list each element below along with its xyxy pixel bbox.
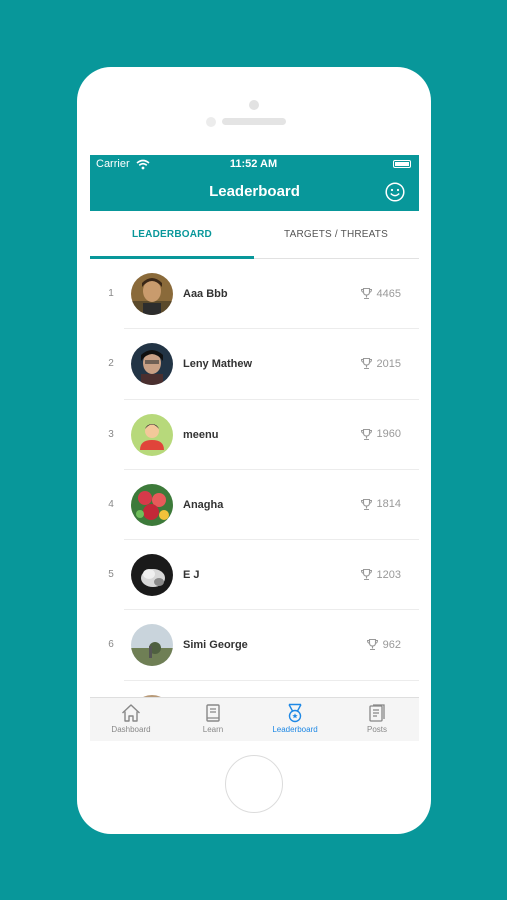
player-name: Anagha xyxy=(183,498,224,511)
status-bar: Carrier 11:52 AM xyxy=(96,158,411,172)
avatar xyxy=(131,273,173,315)
camera xyxy=(249,100,259,110)
proximity-sensor xyxy=(206,117,216,127)
trophy-icon xyxy=(360,287,372,300)
tabbar-posts[interactable]: Posts xyxy=(336,702,418,734)
tabbar-label: Dashboard xyxy=(111,725,151,734)
leaderboard-list: 1 Aaa Bbb 4465 2 Leny Mathew 2015 3 meen… xyxy=(90,259,419,741)
app-screen: Carrier 11:52 AM Leaderboard LEADERBOARD… xyxy=(90,155,419,741)
list-item[interactable]: 3 meenu 1960 xyxy=(90,400,419,470)
phone-frame: Carrier 11:52 AM Leaderboard LEADERBOARD… xyxy=(77,67,431,834)
avatar xyxy=(131,483,173,526)
score: 4465 xyxy=(360,287,401,300)
bottom-tab-bar: Dashboard Learn Leaderboard Posts xyxy=(90,697,419,741)
tab-leaderboard[interactable]: LEADERBOARD xyxy=(90,211,254,259)
segmented-tabs: LEADERBOARD TARGETS / THREATS xyxy=(90,211,419,259)
tabbar-learn[interactable]: Learn xyxy=(172,702,254,734)
rank-number: 1 xyxy=(108,288,114,299)
player-name: Aaa Bbb xyxy=(183,288,228,300)
book-icon xyxy=(206,704,220,722)
trophy-icon xyxy=(366,639,378,651)
score-value: 2015 xyxy=(376,357,401,370)
home-button[interactable] xyxy=(225,755,283,813)
rank-number: 2 xyxy=(108,358,114,370)
speaker xyxy=(222,118,286,125)
page-title: Leaderboard xyxy=(209,183,300,200)
score: 1203 xyxy=(360,568,401,581)
list-item[interactable]: 5 E J 1203 xyxy=(90,540,419,611)
list-item[interactable]: 1 Aaa Bbb 4465 xyxy=(90,259,419,330)
avatar xyxy=(131,624,173,667)
score: 2015 xyxy=(360,357,401,370)
rank-number: 6 xyxy=(108,639,114,651)
trophy-icon xyxy=(360,358,372,370)
score: 962 xyxy=(366,638,401,651)
battery-icon xyxy=(393,160,411,168)
status-time: 11:52 AM xyxy=(229,158,278,170)
player-name: meenu xyxy=(183,428,219,441)
tabbar-leaderboard[interactable]: Leaderboard xyxy=(254,702,336,734)
list-item[interactable]: 4 Anagha 1814 xyxy=(90,470,419,541)
list-item[interactable]: 6 Simi George 962 xyxy=(90,610,419,681)
player-name: Simi George xyxy=(183,639,248,652)
score-value: 962 xyxy=(382,638,401,651)
rank-number: 3 xyxy=(108,428,114,440)
player-name: E J xyxy=(183,569,200,582)
score-value: 4465 xyxy=(376,287,401,300)
trophy-icon xyxy=(360,569,372,581)
score-value: 1960 xyxy=(376,428,401,441)
rank-number: 5 xyxy=(108,569,114,581)
tab-targets-threats[interactable]: TARGETS / THREATS xyxy=(254,211,418,259)
avatar xyxy=(131,413,173,456)
list-item[interactable]: 2 Leny Mathew 2015 xyxy=(90,329,419,400)
score: 1814 xyxy=(360,498,401,511)
smiley-icon[interactable] xyxy=(385,182,405,202)
player-name: Leny Mathew xyxy=(183,358,253,371)
tabbar-dashboard[interactable]: Dashboard xyxy=(90,702,172,734)
trophy-icon xyxy=(360,428,372,440)
tabbar-label: Leaderboard xyxy=(272,725,318,734)
app-header: Carrier 11:52 AM Leaderboard xyxy=(90,155,419,211)
posts-icon xyxy=(369,704,385,722)
rank-number: 4 xyxy=(108,498,114,510)
avatar xyxy=(131,343,173,386)
trophy-icon xyxy=(360,498,372,510)
score-value: 1814 xyxy=(376,498,401,511)
medal-icon xyxy=(288,703,302,723)
home-icon xyxy=(122,704,140,722)
tabbar-label: Posts xyxy=(366,725,387,734)
score-value: 1203 xyxy=(376,568,401,581)
score: 1960 xyxy=(360,428,401,441)
tabbar-label: Learn xyxy=(202,725,224,734)
avatar xyxy=(131,554,173,597)
